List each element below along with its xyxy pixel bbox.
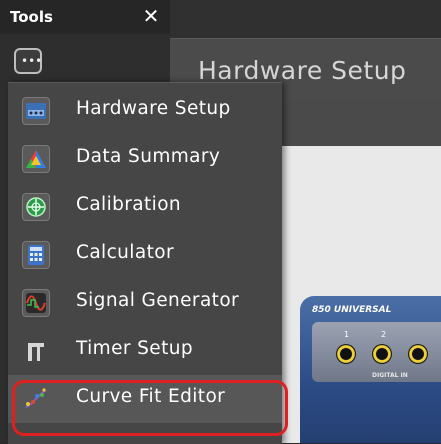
menu-item-timer-setup[interactable]: Timer Setup [8, 327, 282, 375]
data-summary-icon [22, 145, 50, 173]
calculator-icon [22, 241, 50, 269]
menu-item-label: Timer Setup [76, 338, 194, 359]
digital-port-1[interactable] [336, 344, 356, 364]
tools-dropdown-menu: Hardware Setup Data Summary Calibration [8, 82, 282, 444]
timer-setup-icon [22, 337, 50, 365]
digital-port-3[interactable] [408, 344, 428, 364]
menu-item-hardware-setup[interactable]: Hardware Setup [8, 87, 282, 135]
menu-item-label: Calculator [76, 242, 174, 263]
port-number: 1 [344, 330, 350, 339]
menu-item-curve-fit-editor[interactable]: Curve Fit Editor [8, 375, 282, 423]
calibration-icon [22, 193, 50, 221]
digital-port-2[interactable] [372, 344, 392, 364]
hardware-setup-icon [22, 97, 50, 125]
tools-pane-title: Tools [10, 8, 53, 26]
curve-fit-editor-icon [22, 385, 50, 413]
menu-item-label: Data Summary [76, 146, 221, 167]
tools-menu-button[interactable]: ••• [14, 48, 42, 74]
menu-item-signal-generator[interactable]: Signal Generator [8, 279, 282, 327]
top-toolbar [170, 0, 441, 38]
port-caption: DIGITAL IN [372, 372, 408, 379]
menu-item-calculator[interactable]: Calculator [8, 231, 282, 279]
interface-model-text: 850 UNIVERSAL [312, 305, 392, 315]
menu-item-data-summary[interactable]: Data Summary [8, 135, 282, 183]
signal-generator-icon [22, 289, 50, 317]
port-number: 2 [381, 330, 387, 339]
interface-model-label: 850 UNIVERSAL [312, 305, 391, 315]
menu-item-label: Signal Generator [76, 290, 240, 311]
menu-item-label: Calibration [76, 194, 182, 215]
menu-item-label: Hardware Setup [76, 98, 231, 119]
close-icon[interactable]: ✕ [140, 5, 162, 27]
menu-item-label: Curve Fit Editor [76, 386, 226, 407]
more-options-icon: ••• [21, 54, 43, 68]
tools-pane-header: Tools ✕ [0, 0, 170, 34]
menu-item-calibration[interactable]: Calibration [8, 183, 282, 231]
